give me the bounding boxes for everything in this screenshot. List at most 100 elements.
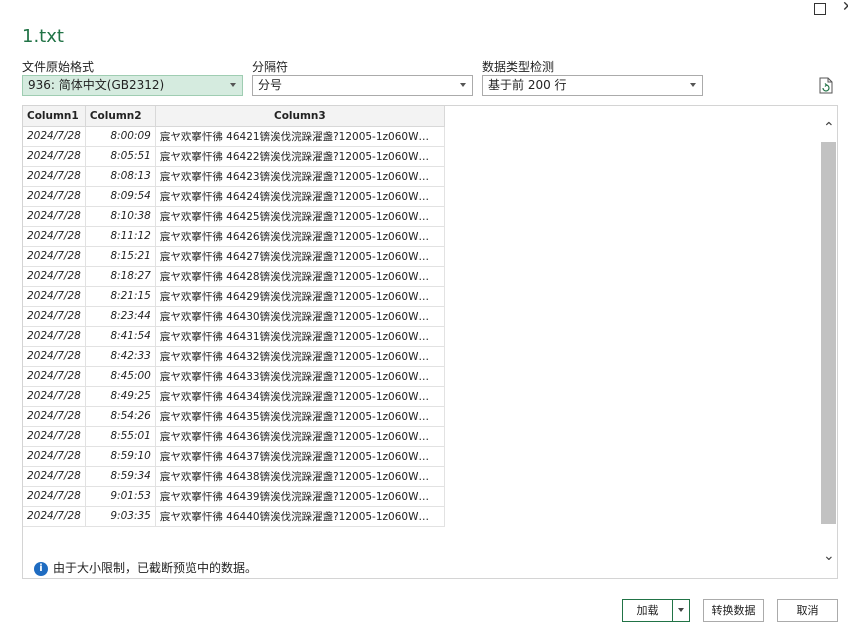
file-origin-label: 文件原始格式	[22, 60, 95, 74]
text-cell: 宸ヤ欢搴忓彿 46430锛涘伐浣跺濯盏?12005-1z060W…	[154, 305, 445, 327]
file-origin-value: 936: 简体中文(GB2312)	[28, 78, 165, 92]
truncation-notice: i 由于大小限制，已截断预览中的数据。	[34, 559, 257, 576]
text-cell: 宸ヤ欢搴忓彿 46437锛涘伐浣跺濯盏?12005-1z060W…	[154, 445, 445, 467]
date-cell: 2024/7/28	[23, 325, 86, 347]
table-row: 2024/7/28 8:08:13 宸ヤ欢搴忓彿 46423锛涘伐浣跺濯盏?1200…	[23, 165, 445, 187]
delimiter-value: 分号	[258, 78, 283, 92]
date-cell: 2024/7/28	[23, 465, 86, 487]
table-row: 2024/7/28 8:21:15 宸ヤ欢搴忓彿 46429锛涘伐浣跺濯盏?1200…	[23, 285, 445, 307]
time-cell: 8:05:51	[84, 145, 156, 167]
table-row: 2024/7/28 8:05:51 宸ヤ欢搴忓彿 46422锛涘伐浣跺濯盏?1200…	[23, 145, 445, 167]
table-row: 2024/7/28 8:23:44 宸ヤ欢搴忓彿 46430锛涘伐浣跺濯盏?1200…	[23, 305, 445, 327]
time-cell: 8:55:01	[84, 425, 156, 447]
text-cell: 宸ヤ欢搴忓彿 46432锛涘伐浣跺濯盏?12005-1z060W…	[154, 345, 445, 367]
text-cell: 宸ヤ欢搴忓彿 46436锛涘伐浣跺濯盏?12005-1z060W…	[154, 425, 445, 447]
date-cell: 2024/7/28	[23, 225, 86, 247]
table-row: 2024/7/28 9:01:53 宸ヤ欢搴忓彿 46439锛涘伐浣跺濯盏?1200…	[23, 485, 445, 507]
scrollbar-thumb[interactable]	[821, 142, 836, 524]
maximize-icon[interactable]	[814, 3, 826, 15]
time-cell: 9:03:35	[84, 505, 156, 527]
table-row: 2024/7/28 8:15:21 宸ヤ欢搴忓彿 46427锛涘伐浣跺濯盏?1200…	[23, 245, 445, 267]
table-row: 2024/7/28 8:11:12 宸ヤ欢搴忓彿 46426锛涘伐浣跺濯盏?1200…	[23, 225, 445, 247]
table-row: 2024/7/28 8:09:54 宸ヤ欢搴忓彿 46424锛涘伐浣跺濯盏?1200…	[23, 185, 445, 207]
text-cell: 宸ヤ欢搴忓彿 46422锛涘伐浣跺濯盏?12005-1z060W…	[154, 145, 445, 167]
chevron-down-icon	[460, 83, 466, 87]
table-row: 2024/7/28 8:42:33 宸ヤ欢搴忓彿 46432锛涘伐浣跺濯盏?1200…	[23, 345, 445, 367]
time-cell: 8:08:13	[84, 165, 156, 187]
date-cell: 2024/7/28	[23, 185, 86, 207]
column-header[interactable]: Column3	[154, 106, 445, 127]
time-cell: 8:59:34	[84, 465, 156, 487]
date-cell: 2024/7/28	[23, 285, 86, 307]
table-row: 2024/7/28 8:54:26 宸ヤ欢搴忓彿 46435锛涘伐浣跺濯盏?1200…	[23, 405, 445, 427]
text-cell: 宸ヤ欢搴忓彿 46434锛涘伐浣跺濯盏?12005-1z060W…	[154, 385, 445, 407]
time-cell: 8:54:26	[84, 405, 156, 427]
table-row: 2024/7/28 8:49:25 宸ヤ欢搴忓彿 46434锛涘伐浣跺濯盏?1200…	[23, 385, 445, 407]
date-cell: 2024/7/28	[23, 305, 86, 327]
time-cell: 8:11:12	[84, 225, 156, 247]
delimiter-select[interactable]: 分号	[252, 75, 473, 96]
table-row: 2024/7/28 8:59:34 宸ヤ欢搴忓彿 46438锛涘伐浣跺濯盏?1200…	[23, 465, 445, 487]
text-cell: 宸ヤ欢搴忓彿 46423锛涘伐浣跺濯盏?12005-1z060W…	[154, 165, 445, 187]
table-row: 2024/7/28 8:41:54 宸ヤ欢搴忓彿 46431锛涘伐浣跺濯盏?1200…	[23, 325, 445, 347]
cancel-button[interactable]: 取消	[777, 599, 838, 622]
data-preview: Column1 Column2 Column3 2024/7/28 8:00:09…	[22, 105, 838, 579]
text-cell: 宸ヤ欢搴忓彿 46426锛涘伐浣跺濯盏?12005-1z060W…	[154, 225, 445, 247]
notice-text: 由于大小限制，已截断预览中的数据。	[53, 561, 258, 575]
text-cell: 宸ヤ欢搴忓彿 46440锛涘伐浣跺濯盏?12005-1z060W…	[154, 505, 445, 527]
info-icon: i	[34, 561, 48, 576]
text-cell: 宸ヤ欢搴忓彿 46435锛涘伐浣跺濯盏?12005-1z060W…	[154, 405, 445, 427]
table-row: 2024/7/28 8:00:09 宸ヤ欢搴忓彿 46421锛涘伐浣跺濯盏?1200…	[23, 125, 445, 147]
text-cell: 宸ヤ欢搴忓彿 46425锛涘伐浣跺濯盏?12005-1z060W…	[154, 205, 445, 227]
delimiter-label: 分隔符	[252, 60, 289, 74]
date-cell: 2024/7/28	[23, 265, 86, 287]
chevron-down-icon[interactable]: ⌄	[823, 549, 835, 563]
text-cell: 宸ヤ欢搴忓彿 46439锛涘伐浣跺濯盏?12005-1z060W…	[154, 485, 445, 507]
date-cell: 2024/7/28	[23, 205, 86, 227]
refresh-preview-icon[interactable]	[819, 77, 833, 94]
date-cell: 2024/7/28	[23, 385, 86, 407]
text-cell: 宸ヤ欢搴忓彿 46438锛涘伐浣跺濯盏?12005-1z060W…	[154, 465, 445, 487]
table-row: 2024/7/28 9:03:35 宸ヤ欢搴忓彿 46440锛涘伐浣跺濯盏?1200…	[23, 505, 445, 527]
time-cell: 9:01:53	[84, 485, 156, 507]
text-cell: 宸ヤ欢搴忓彿 46429锛涘伐浣跺濯盏?12005-1z060W…	[154, 285, 445, 307]
table-row: 2024/7/28 8:55:01 宸ヤ欢搴忓彿 46436锛涘伐浣跺濯盏?1200…	[23, 425, 445, 447]
date-cell: 2024/7/28	[23, 425, 86, 447]
date-cell: 2024/7/28	[23, 485, 86, 507]
text-cell: 宸ヤ欢搴忓彿 46427锛涘伐浣跺濯盏?12005-1z060W…	[154, 245, 445, 267]
date-cell: 2024/7/28	[23, 445, 86, 467]
file-origin-select[interactable]: 936: 简体中文(GB2312)	[22, 75, 243, 96]
chevron-down-icon	[678, 608, 684, 612]
time-cell: 8:21:15	[84, 285, 156, 307]
chevron-down-icon	[230, 83, 236, 87]
chevron-down-icon	[690, 83, 696, 87]
close-icon[interactable]: ✕	[842, 0, 848, 15]
time-cell: 8:09:54	[84, 185, 156, 207]
type-detect-select[interactable]: 基于前 200 行	[482, 75, 703, 96]
preview-table: Column1 Column2 Column3 2024/7/28 8:00:09…	[23, 106, 445, 527]
transform-data-button[interactable]: 转换数据	[703, 599, 764, 622]
table-row: 2024/7/28 8:10:38 宸ヤ欢搴忓彿 46425锛涘伐浣跺濯盏?1200…	[23, 205, 445, 227]
table-row: 2024/7/28 8:18:27 宸ヤ欢搴忓彿 46428锛涘伐浣跺濯盏?1200…	[23, 265, 445, 287]
time-cell: 8:49:25	[84, 385, 156, 407]
load-button[interactable]: 加载	[622, 599, 673, 622]
column-header[interactable]: Column2	[84, 106, 156, 127]
date-cell: 2024/7/28	[23, 505, 86, 527]
load-options-button[interactable]	[672, 599, 690, 622]
table-row: 2024/7/28 8:59:10 宸ヤ欢搴忓彿 46437锛涘伐浣跺濯盏?1200…	[23, 445, 445, 467]
date-cell: 2024/7/28	[23, 245, 86, 267]
date-cell: 2024/7/28	[23, 365, 86, 387]
text-cell: 宸ヤ欢搴忓彿 46421锛涘伐浣跺濯盏?12005-1z060W…	[154, 125, 445, 147]
chevron-up-icon[interactable]: ⌃	[823, 121, 835, 135]
date-cell: 2024/7/28	[23, 125, 86, 147]
time-cell: 8:42:33	[84, 345, 156, 367]
date-cell: 2024/7/28	[23, 345, 86, 367]
type-detect-label: 数据类型检测	[482, 60, 555, 74]
date-cell: 2024/7/28	[23, 405, 86, 427]
text-cell: 宸ヤ欢搴忓彿 46424锛涘伐浣跺濯盏?12005-1z060W…	[154, 185, 445, 207]
date-cell: 2024/7/28	[23, 165, 86, 187]
vertical-scrollbar[interactable]: ⌃ ⌄	[820, 106, 837, 578]
type-detect-value: 基于前 200 行	[488, 78, 567, 92]
dialog-title: 1.txt	[22, 26, 64, 47]
column-header[interactable]: Column1	[23, 106, 86, 127]
